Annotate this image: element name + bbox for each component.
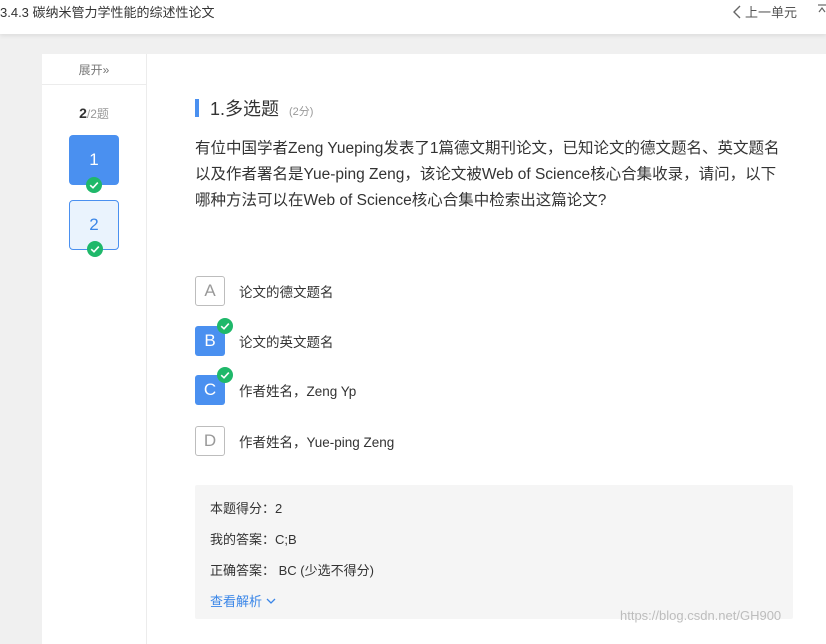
check-circle-icon: [87, 241, 103, 257]
progress-total: /2题: [86, 107, 109, 121]
question-title: 1.多选题: [210, 99, 280, 119]
option-letter: A: [195, 276, 225, 306]
chevron-left-icon: [733, 5, 741, 18]
watermark: https://blog.csdn.net/GH900: [620, 608, 782, 623]
option-letter: D: [195, 426, 225, 456]
view-analysis-link[interactable]: 查看解析: [210, 591, 276, 610]
option-text: 论文的英文题名: [239, 335, 334, 350]
score-line: 本题得分：2: [210, 501, 283, 516]
option-c[interactable]: C 作者姓名，Zeng Yp: [195, 367, 357, 405]
option-text: 作者姓名，Yue-ping Zeng: [239, 435, 395, 450]
option-text: 论文的德文题名: [239, 285, 334, 300]
answer-box: 本题得分：2 我的答案：C;B 正确答案： BC (少选不得分) 查看解析: [195, 485, 793, 619]
option-letter-text: C: [203, 380, 217, 399]
question-nav-label: 1: [89, 150, 99, 169]
header-accent-bar: [195, 99, 199, 117]
option-text: 作者姓名，Zeng Yp: [239, 384, 357, 399]
quiz-panel: 展开» 2/2题 1 2 1.多选题 (2分) 有位中国学者Zeng Yuepi…: [42, 54, 826, 644]
correct-answer: 正确答案： BC (少选不得分): [210, 563, 374, 578]
check-circle-icon: [217, 367, 233, 383]
option-letter-text: B: [204, 331, 216, 350]
question-progress: 2/2题: [42, 105, 146, 122]
question-nav-label: 2: [89, 215, 99, 234]
question-nav-2[interactable]: 2: [69, 200, 119, 257]
prev-unit-button[interactable]: 上一单元: [732, 2, 797, 21]
prev-unit-label: 上一单元: [745, 5, 798, 20]
option-letter-text: D: [203, 431, 217, 450]
question-nav-1[interactable]: 1: [69, 135, 119, 193]
check-circle-icon: [217, 318, 233, 334]
option-letter: C: [195, 367, 233, 405]
question-header: 1.多选题 (2分): [195, 95, 313, 121]
next-icon[interactable]: [818, 4, 826, 14]
view-analysis-label: 查看解析: [210, 594, 263, 609]
question-content: 1.多选题 (2分) 有位中国学者Zeng Yueping发表了1篇德文期刊论文…: [147, 54, 826, 644]
question-sidebar: 展开» 2/2题 1 2: [42, 54, 147, 644]
question-stem: 有位中国学者Zeng Yueping发表了1篇德文期刊论文，已知论文的德文题名、…: [195, 140, 780, 209]
unit-title: 3.4.3 碳纳米管力学性能的综述性论文: [0, 5, 215, 20]
option-d[interactable]: D 作者姓名，Yue-ping Zeng: [195, 426, 394, 456]
question-score: (2分): [289, 106, 314, 118]
option-letter: B: [195, 318, 233, 356]
chevron-down-icon: [266, 598, 276, 604]
option-a[interactable]: A 论文的德文题名: [195, 276, 334, 306]
option-b[interactable]: B 论文的英文题名: [195, 318, 334, 356]
top-bar: 3.4.3 碳纳米管力学性能的综述性论文 上一单元: [0, 0, 826, 34]
expand-button[interactable]: 展开»: [42, 54, 146, 85]
my-answer: 我的答案：C;B: [210, 532, 297, 547]
check-circle-icon: [86, 177, 102, 193]
option-letter-text: A: [204, 281, 216, 300]
progress-current: 2: [79, 105, 87, 121]
